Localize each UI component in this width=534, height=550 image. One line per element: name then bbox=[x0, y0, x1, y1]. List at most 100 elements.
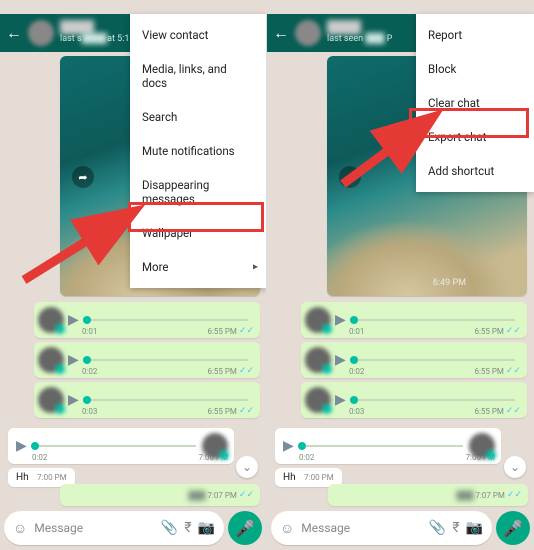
voice-time: 6:55 PM✓✓ bbox=[474, 406, 521, 416]
mic-button[interactable]: 🎤 bbox=[228, 511, 262, 545]
camera-icon[interactable]: 📷 bbox=[198, 520, 215, 536]
message-time: 7:00 PM bbox=[37, 473, 66, 482]
menu-search[interactable]: Search bbox=[130, 100, 266, 134]
avatar[interactable] bbox=[28, 20, 54, 46]
voice-message[interactable]: ▶ 0:02 6:55 PM✓✓ bbox=[34, 342, 260, 378]
voice-message[interactable]: ▶ 0:03 6:55 PM✓✓ bbox=[34, 382, 260, 418]
voice-track[interactable] bbox=[350, 359, 515, 361]
play-icon[interactable]: ▶ bbox=[283, 438, 294, 454]
play-icon[interactable]: ▶ bbox=[335, 312, 346, 328]
voice-message[interactable]: ▶ 0:02 6:55 PM✓✓ bbox=[301, 342, 527, 378]
voice-duration: 0:03 bbox=[349, 407, 364, 416]
menu-media-links-docs[interactable]: Media, links, and docs bbox=[130, 52, 266, 100]
play-icon[interactable]: ▶ bbox=[68, 312, 79, 328]
voice-message-in[interactable]: ▶ 0:02 7:00 PM bbox=[8, 428, 234, 464]
mic-icon bbox=[55, 404, 65, 414]
screen-right: ← ████ last seen ███ P ➦ 6:49 PM ▶ 0:01 … bbox=[267, 0, 534, 550]
voice-track[interactable] bbox=[83, 399, 248, 401]
voice-track[interactable] bbox=[298, 445, 463, 447]
microphone-icon: 🎤 bbox=[503, 519, 523, 538]
chevron-right-icon: ▸ bbox=[253, 262, 258, 273]
rupee-icon[interactable]: ₹ bbox=[184, 520, 191, 536]
play-icon[interactable]: ▶ bbox=[68, 352, 79, 368]
voice-avatar bbox=[38, 307, 64, 333]
mic-icon bbox=[486, 450, 496, 460]
voice-message[interactable]: ▶ 0:01 6:55 PM✓✓ bbox=[34, 302, 260, 338]
voice-avatar bbox=[305, 347, 331, 373]
play-icon[interactable]: ▶ bbox=[16, 438, 27, 454]
back-icon[interactable]: ← bbox=[273, 23, 289, 43]
menu-block[interactable]: Block bbox=[416, 52, 534, 86]
voice-message[interactable]: ▶ 0:01 6:55 PM✓✓ bbox=[301, 302, 527, 338]
voice-duration: 0:02 bbox=[349, 367, 364, 376]
reply-bar: ███ 7:07 PM ✓✓ bbox=[328, 484, 528, 506]
menu-view-contact[interactable]: View contact bbox=[130, 18, 266, 52]
overflow-submenu: Report Block Clear chat Export chat Add … bbox=[416, 14, 534, 192]
menu-export-chat[interactable]: Export chat bbox=[416, 120, 534, 154]
avatar[interactable] bbox=[295, 20, 321, 46]
voice-track[interactable] bbox=[31, 445, 196, 447]
menu-disappearing[interactable]: Disappearing messages bbox=[130, 168, 266, 216]
rupee-icon[interactable]: ₹ bbox=[452, 520, 459, 536]
emoji-icon[interactable]: ☺ bbox=[13, 520, 27, 537]
scroll-down-button[interactable]: ⌄ bbox=[504, 456, 526, 478]
input-bar: ☺ Message 📎 ₹ 📷 🎤 bbox=[4, 510, 262, 546]
voice-duration: 0:01 bbox=[82, 327, 97, 336]
voice-duration: 0:02 bbox=[299, 453, 314, 462]
voice-time: 6:55 PM✓✓ bbox=[474, 326, 521, 336]
menu-mute[interactable]: Mute notifications bbox=[130, 134, 266, 168]
voice-time: 6:55 PM✓✓ bbox=[207, 366, 254, 376]
play-icon[interactable]: ▶ bbox=[335, 352, 346, 368]
back-icon[interactable]: ← bbox=[6, 23, 22, 43]
reply-bar: ███ 7:07 PM ✓✓ bbox=[60, 484, 260, 506]
microphone-icon: 🎤 bbox=[235, 519, 255, 538]
menu-add-shortcut[interactable]: Add shortcut bbox=[416, 154, 534, 188]
message-text: Hh bbox=[283, 472, 296, 483]
voice-time: 6:55 PM✓✓ bbox=[207, 326, 254, 336]
mic-icon bbox=[55, 324, 65, 334]
voice-track[interactable] bbox=[350, 399, 515, 401]
menu-clear-chat[interactable]: Clear chat bbox=[416, 86, 534, 120]
menu-wallpaper[interactable]: Wallpaper bbox=[130, 216, 266, 250]
attach-icon[interactable]: 📎 bbox=[161, 520, 178, 536]
voice-message[interactable]: ▶ 0:03 6:55 PM✓✓ bbox=[301, 382, 527, 418]
forward-icon[interactable]: ➦ bbox=[72, 166, 94, 188]
attach-icon[interactable]: 📎 bbox=[429, 520, 446, 536]
voice-duration: 0:02 bbox=[32, 453, 47, 462]
emoji-icon[interactable]: ☺ bbox=[280, 520, 294, 537]
message-placeholder: Message bbox=[297, 521, 426, 535]
menu-more[interactable]: More ▸ bbox=[130, 250, 266, 284]
voice-duration: 0:02 bbox=[82, 367, 97, 376]
voice-time: 6:55 PM✓✓ bbox=[207, 406, 254, 416]
voice-duration: 0:03 bbox=[82, 407, 97, 416]
voice-avatar bbox=[305, 387, 331, 413]
camera-icon[interactable]: 📷 bbox=[466, 520, 483, 536]
image-time: 6:49 PM bbox=[433, 278, 466, 288]
input-bar: ☺ Message 📎 ₹ 📷 🎤 bbox=[271, 510, 530, 546]
mic-icon bbox=[322, 404, 332, 414]
message-input[interactable]: ☺ Message 📎 ₹ 📷 bbox=[4, 511, 224, 545]
voice-avatar bbox=[38, 387, 64, 413]
voice-avatar bbox=[305, 307, 331, 333]
voice-track[interactable] bbox=[350, 319, 515, 321]
voice-avatar bbox=[469, 433, 495, 459]
voice-message-in[interactable]: ▶ 0:02 7:00 PM bbox=[275, 428, 501, 464]
mic-icon bbox=[322, 324, 332, 334]
mic-icon bbox=[322, 364, 332, 374]
play-icon[interactable]: ▶ bbox=[68, 392, 79, 408]
mic-icon bbox=[55, 364, 65, 374]
message-input[interactable]: ☺ Message 📎 ₹ 📷 bbox=[271, 511, 492, 545]
voice-track[interactable] bbox=[83, 359, 248, 361]
message-placeholder: Message bbox=[30, 521, 158, 535]
overflow-menu: View contact Media, links, and docs Sear… bbox=[130, 14, 266, 288]
screen-left: ← ████ last s████at 5:16 ➦ 6:49 PM ▶ 0:0… bbox=[0, 0, 267, 550]
message-time: 7:00 PM bbox=[304, 473, 333, 482]
voice-duration: 0:01 bbox=[349, 327, 364, 336]
mic-button[interactable]: 🎤 bbox=[496, 511, 530, 545]
mic-icon bbox=[219, 450, 229, 460]
scroll-down-button[interactable]: ⌄ bbox=[236, 456, 258, 478]
voice-track[interactable] bbox=[83, 319, 248, 321]
play-icon[interactable]: ▶ bbox=[335, 392, 346, 408]
forward-icon[interactable]: ➦ bbox=[339, 166, 361, 188]
menu-report[interactable]: Report bbox=[416, 18, 534, 52]
